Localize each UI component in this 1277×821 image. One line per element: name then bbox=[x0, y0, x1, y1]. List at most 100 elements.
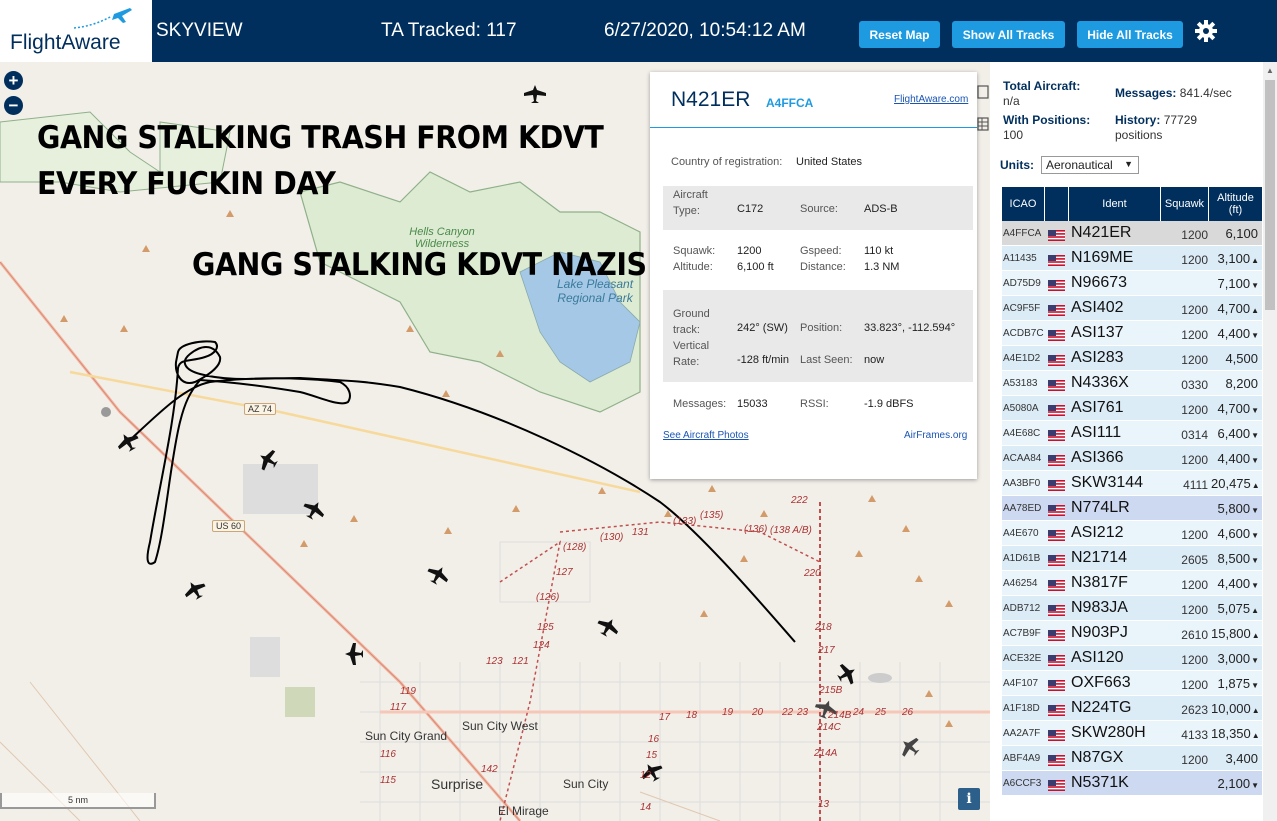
aircraft-type: C172 bbox=[737, 203, 764, 215]
row-icao: ACAA84 bbox=[1003, 453, 1042, 464]
table-row[interactable]: A4E1D2 ASI283 1200 4,500 bbox=[1002, 346, 1262, 371]
scroll-thumb[interactable] bbox=[1265, 80, 1275, 310]
road-number: (135) bbox=[700, 510, 724, 521]
road-number: 119 bbox=[400, 686, 416, 697]
row-icao: ABF4A9 bbox=[1003, 753, 1041, 764]
zoom-in-button[interactable]: + bbox=[4, 71, 23, 90]
trend-arrow-icon: ▼ bbox=[1251, 656, 1259, 665]
col-icao[interactable]: ICAO bbox=[1002, 187, 1045, 221]
country-row: Country of registration: United States bbox=[671, 156, 863, 168]
road-number: 14 bbox=[640, 802, 652, 813]
zoom-out-button[interactable]: − bbox=[4, 96, 23, 115]
table-row[interactable]: ACAA84 ASI366 1200 4,400▼ bbox=[1002, 446, 1262, 471]
us-flag-icon bbox=[1048, 228, 1065, 241]
row-altitude: 5,075▲ bbox=[1217, 601, 1259, 616]
source-value: ADS-B bbox=[864, 203, 898, 215]
road-number: 131 bbox=[632, 527, 649, 538]
road-number: 214B bbox=[828, 710, 852, 721]
urban-grid bbox=[360, 662, 990, 821]
row-icao: A4E670 bbox=[1003, 528, 1039, 539]
track-row: Ground track: 242° (SW) Position: 33.823… bbox=[663, 290, 973, 382]
row-altitude: 6,400▼ bbox=[1217, 426, 1259, 441]
airframes-link[interactable]: AirFrames.org bbox=[904, 430, 967, 441]
row-ident: ASI137 bbox=[1071, 324, 1124, 341]
us-flag-icon bbox=[1048, 428, 1065, 441]
aircraft-marker[interactable] bbox=[524, 85, 546, 103]
aircraft-marker[interactable] bbox=[424, 562, 452, 589]
row-altitude: 3,400 bbox=[1225, 751, 1258, 766]
row-squawk: 0314 bbox=[1181, 428, 1208, 442]
table-row[interactable]: AC9F5F ASI402 1200 4,700▲ bbox=[1002, 296, 1262, 321]
row-ident: SKW280H bbox=[1071, 724, 1146, 741]
table-row[interactable]: A46254 N3817F 1200 4,400▼ bbox=[1002, 571, 1262, 596]
row-squawk: 1200 bbox=[1181, 578, 1208, 592]
row-altitude: 4,400▼ bbox=[1217, 326, 1259, 341]
aircraft-marker[interactable] bbox=[834, 660, 861, 688]
col-squawk[interactable]: Squawk bbox=[1161, 187, 1209, 221]
aircraft-marker[interactable] bbox=[181, 577, 209, 604]
info-button[interactable]: i bbox=[958, 788, 980, 810]
top-bar: FlightAware SKYVIEW TA Tracked: 117 6/27… bbox=[0, 0, 1277, 62]
row-icao: A5080A bbox=[1003, 403, 1039, 414]
aircraft-marker[interactable] bbox=[594, 614, 622, 641]
us-flag-icon bbox=[1048, 603, 1065, 616]
table-row[interactable]: A1D61B N21714 2605 8,500▼ bbox=[1002, 546, 1262, 571]
road-number: 20 bbox=[752, 707, 764, 718]
flightaware-link[interactable]: FlightAware.com bbox=[894, 94, 968, 105]
col-altitude[interactable]: Altitude (ft) bbox=[1209, 187, 1262, 221]
row-icao: AA2A7F bbox=[1003, 728, 1041, 739]
table-row[interactable]: AC7B9F N903PJ 2610 15,800▲ bbox=[1002, 621, 1262, 646]
trend-arrow-icon: ▼ bbox=[1251, 281, 1259, 290]
table-row[interactable]: A53183 N4336X 0330 8,200 bbox=[1002, 371, 1262, 396]
road-number: (126) bbox=[536, 592, 560, 603]
row-altitude: 4,700▲ bbox=[1217, 301, 1259, 316]
aircraft-photos-link[interactable]: See Aircraft Photos bbox=[663, 430, 749, 441]
scroll-up-icon[interactable]: ▲ bbox=[1266, 66, 1274, 75]
table-row[interactable]: ADB712 N983JA 1200 5,075▲ bbox=[1002, 596, 1262, 621]
table-row[interactable]: A6CCF3 N5371K 2,100▼ bbox=[1002, 771, 1262, 796]
table-row[interactable]: AA2A7F SKW280H 4133 18,350▲ bbox=[1002, 721, 1262, 746]
trend-arrow-icon: ▲ bbox=[1251, 256, 1259, 265]
table-row[interactable]: A4F107 OXF663 1200 1,875▼ bbox=[1002, 671, 1262, 696]
flightaware-logo[interactable]: FlightAware bbox=[0, 0, 152, 62]
row-icao: A11435 bbox=[1003, 253, 1037, 264]
row-ident: N4336X bbox=[1071, 374, 1129, 391]
row-ident: ASI402 bbox=[1071, 299, 1124, 316]
row-squawk: 1200 bbox=[1181, 353, 1208, 367]
table-row[interactable]: A1F18D N224TG 2623 10,000▲ bbox=[1002, 696, 1262, 721]
table-row[interactable]: A4E68C ASI111 0314 6,400▼ bbox=[1002, 421, 1262, 446]
row-icao: ACE32E bbox=[1003, 653, 1042, 664]
col-ident[interactable]: Ident bbox=[1069, 187, 1161, 221]
gear-icon[interactable] bbox=[1194, 19, 1218, 43]
show-all-tracks-button[interactable]: Show All Tracks bbox=[952, 21, 1065, 48]
table-row[interactable]: ACDB7C ASI137 1200 4,400▼ bbox=[1002, 321, 1262, 346]
table-row[interactable]: A5080A ASI761 1200 4,700▼ bbox=[1002, 396, 1262, 421]
units-select[interactable]: Aeronautical ▼ bbox=[1041, 156, 1139, 174]
table-row[interactable]: A4FFCA N421ER 1200 6,100 bbox=[1002, 221, 1262, 246]
aircraft-marker[interactable] bbox=[345, 643, 363, 665]
table-row[interactable]: A4E670 ASI212 1200 4,600▼ bbox=[1002, 521, 1262, 546]
trend-arrow-icon: ▲ bbox=[1251, 731, 1260, 740]
us-flag-icon bbox=[1048, 653, 1065, 666]
table-row[interactable]: ABF4A9 N87GX 1200 3,400 bbox=[1002, 746, 1262, 771]
distance-value: 1.3 NM bbox=[864, 261, 900, 273]
reset-map-button[interactable]: Reset Map bbox=[859, 21, 940, 48]
hide-all-tracks-button[interactable]: Hide All Tracks bbox=[1077, 21, 1183, 48]
row-altitude: 18,350▲ bbox=[1211, 726, 1260, 741]
road-number: 17 bbox=[659, 712, 671, 723]
trend-arrow-icon: ▼ bbox=[1251, 456, 1259, 465]
airport-marker-west bbox=[101, 407, 111, 417]
table-row[interactable]: AD75D9 N96673 7,100▼ bbox=[1002, 271, 1262, 296]
table-row[interactable]: ACE32E ASI120 1200 3,000▼ bbox=[1002, 646, 1262, 671]
road-number: 215B bbox=[819, 685, 843, 696]
table-row[interactable]: AA3BF0 SKW3144 4111 20,475▲ bbox=[1002, 471, 1262, 496]
table-row[interactable]: AA78ED N774LR 5,800▼ bbox=[1002, 496, 1262, 521]
table-row[interactable]: A11435 N169ME 1200 3,100▲ bbox=[1002, 246, 1262, 271]
panel-scrollbar[interactable]: ▲ bbox=[1263, 62, 1277, 821]
trend-arrow-icon: ▲ bbox=[1251, 306, 1259, 315]
road-number: 220 bbox=[804, 568, 821, 579]
grey-block-2 bbox=[250, 637, 280, 677]
map-layer-icons[interactable] bbox=[976, 82, 990, 138]
us-flag-icon bbox=[1048, 528, 1065, 541]
row-ident: ASI212 bbox=[1071, 524, 1124, 541]
